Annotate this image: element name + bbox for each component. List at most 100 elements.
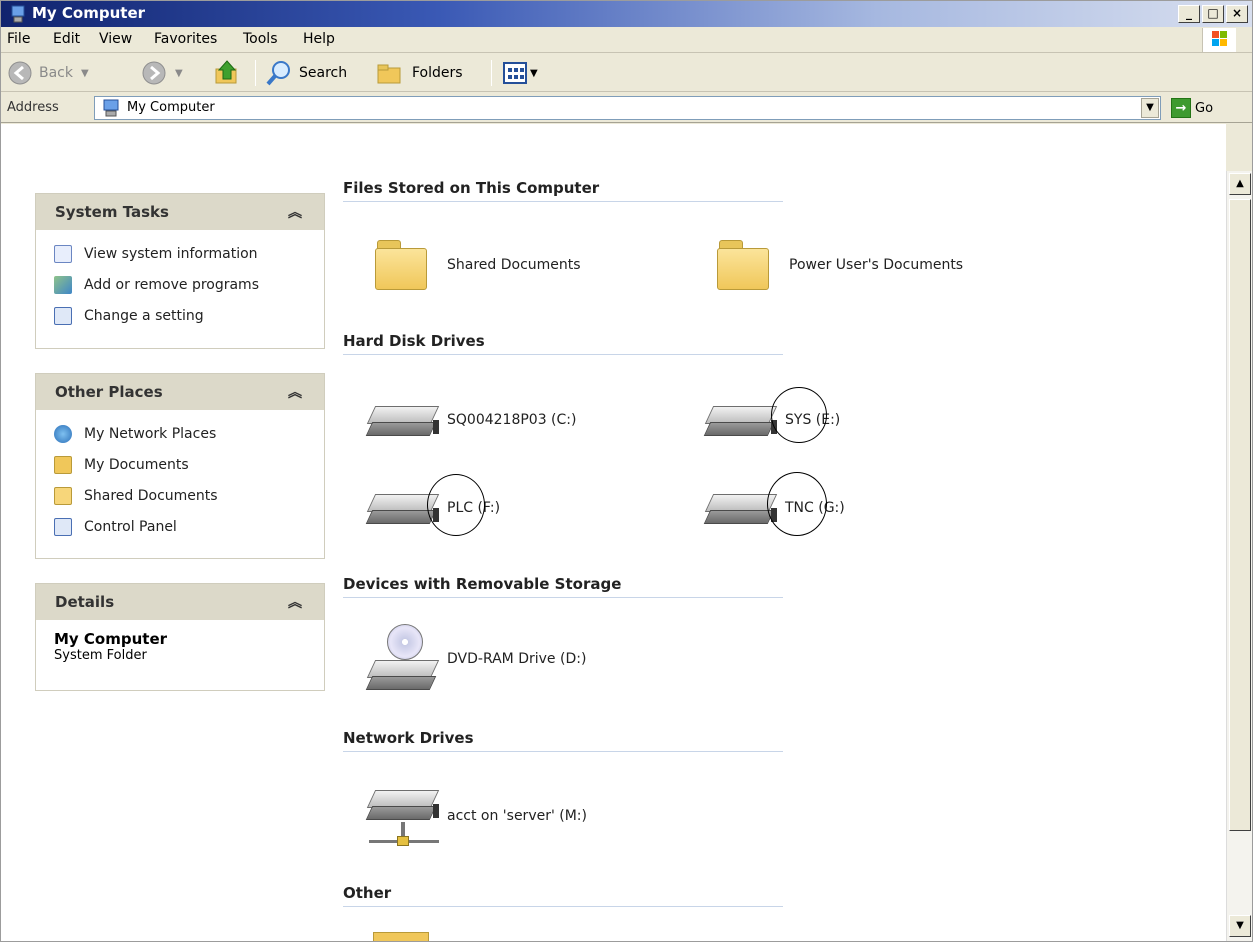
task-pane: System Tasks ︽ View system information A… (1, 124, 341, 941)
folders-button[interactable]: Folders (376, 58, 463, 88)
system-info-icon (54, 244, 72, 263)
explorer-window: My Computer _ □ × File Edit View Favorit… (0, 0, 1253, 942)
menu-favorites[interactable]: Favorites (154, 31, 217, 47)
vertical-scrollbar[interactable]: ▲ ▼ (1226, 171, 1252, 941)
forward-arrow-icon (142, 61, 166, 85)
system-tasks-title: System Tasks (55, 203, 169, 221)
my-computer-icon (103, 99, 119, 117)
views-dropdown-icon: ▼ (530, 67, 538, 79)
folder-icon[interactable] (373, 932, 429, 941)
network-drive-icon (365, 784, 441, 848)
standard-toolbar: Back ▼ ▼ Search Folders ▼ (1, 54, 1252, 92)
group-header-hard-disk-drives: Hard Disk Drives (343, 332, 783, 355)
close-button[interactable]: × (1226, 5, 1248, 23)
menu-tools[interactable]: Tools (243, 31, 278, 47)
details-panel: Details ︽ My Computer System Folder (35, 583, 325, 691)
menu-edit[interactable]: Edit (53, 31, 80, 47)
item-network-drive-m[interactable]: acct on 'server' (M:) (365, 784, 587, 848)
details-header[interactable]: Details ︽ (36, 584, 324, 620)
place-shared-documents[interactable]: Shared Documents (54, 480, 324, 511)
group-header-network-drives: Network Drives (343, 729, 783, 752)
toolbar-separator (255, 60, 256, 86)
annotation-circle (771, 387, 827, 443)
menu-file[interactable]: File (7, 31, 30, 47)
minimize-button[interactable]: _ (1178, 5, 1200, 23)
control-panel-icon (54, 306, 72, 325)
go-button[interactable]: → Go (1171, 98, 1213, 118)
place-control-panel[interactable]: Control Panel (54, 511, 324, 542)
item-shared-documents[interactable]: Shared Documents (373, 238, 581, 292)
folder-icon (373, 238, 429, 292)
annotation-circle (427, 474, 485, 536)
collapse-chevron-icon[interactable]: ︽ (288, 592, 302, 612)
add-remove-icon (54, 275, 72, 294)
views-button[interactable]: ▼ (502, 58, 538, 88)
details-title: Details (55, 593, 115, 611)
task-label: Change a setting (84, 307, 204, 324)
back-arrow-icon (8, 61, 32, 85)
up-folder-icon (215, 60, 237, 84)
back-button[interactable]: Back ▼ (7, 58, 89, 88)
group-header-files-stored: Files Stored on This Computer (343, 179, 783, 202)
toolbar-separator (491, 60, 492, 86)
control-panel-icon (54, 517, 72, 536)
back-label: Back (39, 65, 73, 81)
views-icon (503, 62, 527, 84)
place-my-network-places[interactable]: My Network Places (54, 418, 324, 449)
forward-dropdown-icon[interactable]: ▼ (175, 68, 183, 79)
item-label: SQ004218P03 (C:) (447, 412, 577, 428)
collapse-chevron-icon[interactable]: ︽ (288, 202, 302, 222)
system-tasks-header[interactable]: System Tasks ︽ (36, 194, 324, 230)
item-drive-c[interactable]: SQ004218P03 (C:) (365, 400, 577, 440)
window-title: My Computer (32, 4, 146, 22)
folder-icon (54, 486, 72, 505)
menu-view[interactable]: View (99, 31, 132, 47)
folder-icon (715, 238, 771, 292)
other-places-title: Other Places (55, 383, 163, 401)
collapse-chevron-icon[interactable]: ︽ (288, 382, 302, 402)
annotation-circle (767, 472, 827, 536)
item-label: acct on 'server' (M:) (447, 808, 587, 824)
network-icon (54, 424, 72, 443)
windows-logo-icon (1202, 28, 1236, 52)
up-button[interactable] (213, 58, 241, 88)
group-header-other: Other (343, 884, 783, 907)
task-change-setting[interactable]: Change a setting (54, 300, 324, 331)
scroll-down-button[interactable]: ▼ (1229, 915, 1251, 937)
hard-drive-icon (703, 400, 779, 440)
item-power-users-documents[interactable]: Power User's Documents (715, 238, 963, 292)
my-computer-icon (10, 5, 26, 23)
maximize-button[interactable]: □ (1202, 5, 1224, 23)
address-bar: Address My Computer ▼ → Go (1, 93, 1252, 123)
item-label: DVD-RAM Drive (D:) (447, 651, 587, 667)
title-bar[interactable]: My Computer _ □ × (1, 1, 1252, 27)
item-dvd-drive[interactable]: DVD-RAM Drive (D:) (365, 624, 587, 694)
documents-icon (54, 455, 72, 474)
place-label: Control Panel (84, 518, 177, 535)
task-view-system-information[interactable]: View system information (54, 238, 324, 269)
scroll-up-button[interactable]: ▲ (1229, 173, 1251, 195)
details-type: System Folder (54, 648, 147, 663)
forward-button[interactable]: ▼ (141, 58, 183, 88)
place-label: Shared Documents (84, 487, 218, 504)
task-add-remove-programs[interactable]: Add or remove programs (54, 269, 324, 300)
item-label: Power User's Documents (789, 257, 964, 273)
address-dropdown-button[interactable]: ▼ (1141, 98, 1159, 118)
hard-drive-icon (365, 400, 441, 440)
menu-help[interactable]: Help (303, 31, 335, 47)
content-pane: Files Stored on This Computer Shared Doc… (341, 124, 1226, 941)
group-header-removable-storage: Devices with Removable Storage (343, 575, 783, 598)
search-button[interactable]: Search (265, 58, 347, 88)
address-field[interactable]: My Computer ▼ (94, 96, 1161, 120)
folders-icon (377, 64, 401, 84)
address-value: My Computer (127, 100, 215, 115)
other-places-header[interactable]: Other Places ︽ (36, 374, 324, 410)
address-label: Address (7, 100, 59, 115)
task-label: View system information (84, 245, 258, 262)
search-label: Search (299, 65, 348, 81)
scroll-thumb[interactable] (1229, 199, 1251, 831)
place-my-documents[interactable]: My Documents (54, 449, 324, 480)
go-arrow-icon: → (1171, 98, 1191, 118)
dvd-drive-icon (365, 624, 441, 694)
back-dropdown-icon[interactable]: ▼ (81, 68, 89, 79)
